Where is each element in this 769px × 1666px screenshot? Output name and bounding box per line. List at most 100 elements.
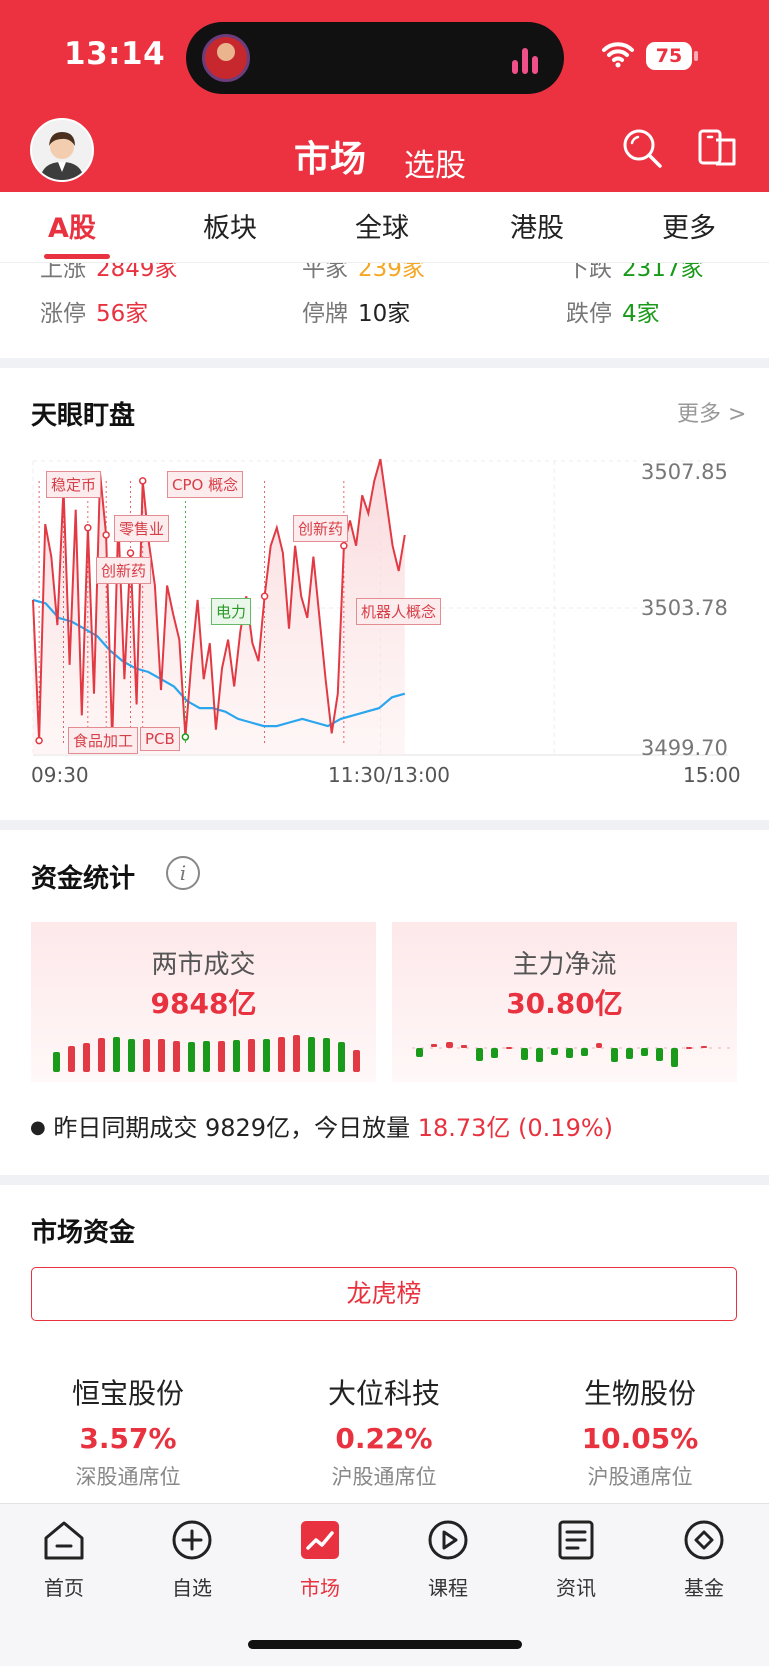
stock-change: 0.22% <box>335 1422 433 1455</box>
active-tab-indicator <box>44 254 110 259</box>
event-tag[interactable]: 创新药 <box>96 557 152 584</box>
turnover-bars <box>53 1035 360 1072</box>
turnover-card-title: 两市成交 <box>151 950 256 980</box>
section-divider <box>0 1175 769 1185</box>
nav-funds[interactable]: 基金 <box>654 1518 754 1601</box>
nav-home[interactable]: 首页 <box>14 1518 114 1601</box>
turnover-note-highlight: 18.73亿 (0.19%) <box>417 1114 614 1142</box>
event-marker <box>260 592 269 601</box>
event-marker <box>84 523 92 532</box>
tianyan-more-link[interactable]: 更多 > <box>677 396 746 428</box>
nav-news-label: 资讯 <box>556 1576 596 1600</box>
stock-name: 大位科技 <box>327 1377 440 1410</box>
turnover-card-value: 9848亿 <box>150 987 257 1020</box>
home-icon <box>44 1521 84 1560</box>
tab-hk-stocks[interactable]: 港股 <box>510 206 564 245</box>
market-funds-title: 市场资金 <box>31 1218 136 1248</box>
stock-seat: 沪股通席位 <box>587 1465 693 1489</box>
nav-watchlist[interactable]: 自选 <box>142 1518 242 1601</box>
price-label-high: 3507.85 <box>641 460 728 484</box>
stock-seat: 深股通席位 <box>75 1465 181 1489</box>
tab-more[interactable]: 更多 <box>662 206 716 245</box>
tab-a-shares[interactable]: A股 <box>48 206 96 245</box>
stock-item[interactable]: 大位科技 0.22% 沪股通席位 <box>284 1372 484 1491</box>
event-tag[interactable]: 食品加工 <box>68 727 139 754</box>
main-flow-card-value: 30.80亿 <box>506 987 623 1020</box>
nav-funds-label: 基金 <box>684 1576 724 1600</box>
app-header: 13:14 75 市场 选股 <box>0 0 769 192</box>
nav-market[interactable]: 市场 <box>270 1518 370 1601</box>
time-label-end: 15:00 <box>683 763 741 787</box>
nav-watchlist-label: 自选 <box>172 1576 212 1600</box>
main-flow-bars <box>412 1042 732 1067</box>
turnover-note-text: 昨日同期成交 9829亿，今日放量 <box>53 1114 418 1142</box>
stock-change: 10.05% <box>581 1422 699 1455</box>
turnover-card[interactable]: 两市成交 9848亿 <box>31 922 376 1082</box>
live-activity-avatar <box>202 34 250 82</box>
stat-limit-down: 跌停 4家 <box>566 301 660 327</box>
tab-sectors[interactable]: 板块 <box>203 206 257 245</box>
chart-icon <box>301 1521 339 1559</box>
event-marker <box>181 733 190 741</box>
stock-item[interactable]: 恒宝股份 3.57% 深股通席位 <box>28 1372 228 1491</box>
time-label-mid: 11:30/13:00 <box>328 763 451 787</box>
info-icon[interactable]: i <box>166 856 200 890</box>
event-marker <box>138 477 147 485</box>
main-flow-card-title: 主力净流 <box>512 950 617 980</box>
nav-home-label: 首页 <box>44 1576 84 1600</box>
stock-item[interactable]: 生物股份 10.05% 沪股通席位 <box>540 1372 740 1491</box>
wifi-icon <box>602 42 634 68</box>
stat-up: 上涨 2849家 <box>40 263 178 279</box>
event-marker <box>126 549 135 557</box>
stats-row-partial: 上涨 2849家 平家 239家 下跌 2317家 <box>0 263 769 279</box>
event-tag[interactable]: 电力 <box>211 598 252 625</box>
event-tag[interactable]: CPO 概念 <box>167 471 244 498</box>
audio-bars-icon <box>512 46 542 74</box>
nav-news[interactable]: 资讯 <box>526 1518 626 1601</box>
stat-limit-up: 涨停 56家 <box>40 301 149 327</box>
main-flow-card[interactable]: 主力净流 30.80亿 <box>392 922 737 1082</box>
dragon-tiger-list-button[interactable]: 龙虎榜 <box>31 1267 737 1321</box>
stock-name: 恒宝股份 <box>71 1377 184 1410</box>
event-marker <box>102 531 110 539</box>
time-label-start: 09:30 <box>31 763 89 787</box>
stock-name: 生物股份 <box>583 1377 696 1410</box>
event-marker <box>340 542 348 550</box>
status-indicators: 75 <box>602 38 722 74</box>
news-icon <box>558 1520 594 1560</box>
capital-stats-title: 资金统计 <box>31 864 136 894</box>
plus-circle-icon <box>172 1520 212 1560</box>
tab-stock-picker[interactable]: 选股 <box>404 140 466 185</box>
tab-global[interactable]: 全球 <box>355 206 409 245</box>
section-divider <box>0 820 769 830</box>
stat-flat: 平家 239家 <box>302 263 425 279</box>
status-time: 13:14 <box>64 36 166 72</box>
event-tag[interactable]: 稳定币 <box>46 471 102 498</box>
diamond-icon <box>684 1520 724 1560</box>
tianyan-title: 天眼盯盘 <box>31 401 136 431</box>
stat-down: 下跌 2317家 <box>566 263 704 279</box>
stock-change: 3.57% <box>79 1422 177 1455</box>
nav-market-label: 市场 <box>300 1576 340 1600</box>
nav-courses-label: 课程 <box>428 1576 468 1600</box>
stock-seat: 沪股通席位 <box>331 1465 437 1489</box>
event-tag[interactable]: PCB <box>140 727 180 751</box>
home-indicator <box>248 1640 522 1649</box>
market-tabs: A股 板块 全球 港股 更多 <box>0 192 769 263</box>
search-icon[interactable] <box>620 126 664 170</box>
nav-courses[interactable]: 课程 <box>398 1518 498 1601</box>
dynamic-island[interactable] <box>186 22 564 94</box>
switch-device-icon[interactable] <box>696 126 740 170</box>
price-label-low: 3499.70 <box>641 736 728 760</box>
page-title[interactable]: 市场 <box>294 130 366 182</box>
user-avatar[interactable] <box>30 118 94 182</box>
play-icon <box>428 1520 468 1560</box>
section-divider <box>0 358 769 368</box>
bullet: ● <box>30 1117 46 1138</box>
event-tag[interactable]: 零售业 <box>114 515 170 542</box>
event-tag[interactable]: 机器人概念 <box>356 598 442 625</box>
turnover-note: ● 昨日同期成交 9829亿，今日放量 18.73亿 (0.19%) <box>30 1108 613 1143</box>
event-tag[interactable]: 创新药 <box>293 515 349 542</box>
price-label-mid: 3503.78 <box>641 596 728 620</box>
event-marker <box>35 736 43 745</box>
